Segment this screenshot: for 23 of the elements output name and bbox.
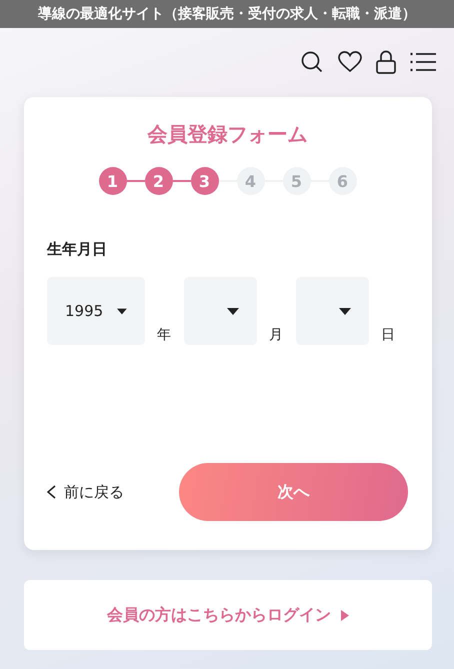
triangle-right-icon: [341, 610, 349, 620]
unit-label: 月: [269, 326, 283, 345]
caret-icon: [339, 308, 351, 314]
step-indicator: 1: [98, 167, 126, 195]
search-icon[interactable]: [300, 50, 324, 74]
menu-icon[interactable]: [410, 52, 436, 72]
unit-label: 日: [381, 326, 395, 345]
lock-icon[interactable]: [376, 50, 396, 74]
step-indicator: 4: [236, 167, 264, 195]
heart-icon[interactable]: [338, 51, 362, 73]
step-indicator: 5: [282, 167, 310, 195]
step-indicator: 2: [144, 167, 172, 195]
step-indicator: 3: [190, 167, 218, 195]
caret-icon: [227, 308, 239, 314]
chevron-left-icon: [47, 485, 56, 499]
unit-label: 年: [157, 326, 171, 345]
form-title: 会員登録フォーム: [146, 121, 308, 147]
site-tagline: 導線の最適化サイト（接客販売・受付の求人・転職・派遣）: [38, 6, 416, 22]
back-link[interactable]: 前に戻る: [47, 482, 179, 502]
caret-icon: [117, 308, 127, 314]
step-indicator: 6: [328, 167, 356, 195]
field-label: 生年月日: [47, 240, 107, 259]
dropdown[interactable]: 1995: [47, 277, 145, 345]
